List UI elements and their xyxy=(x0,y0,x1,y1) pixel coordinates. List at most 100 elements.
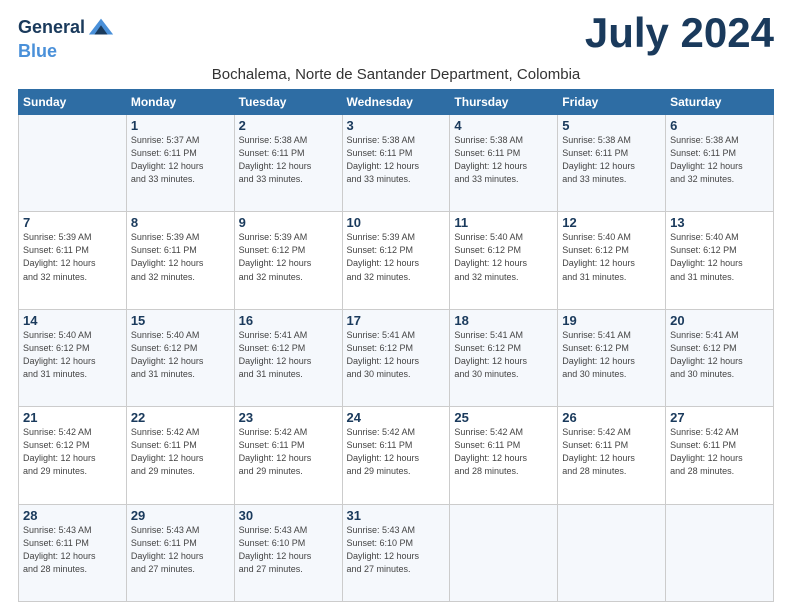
day-info: Sunrise: 5:41 AMSunset: 6:12 PMDaylight:… xyxy=(347,329,446,381)
day-number: 7 xyxy=(23,215,122,230)
day-number: 16 xyxy=(239,313,338,328)
calendar-cell: 9Sunrise: 5:39 AMSunset: 6:12 PMDaylight… xyxy=(234,212,342,309)
calendar-cell: 14Sunrise: 5:40 AMSunset: 6:12 PMDayligh… xyxy=(19,309,127,406)
day-number: 11 xyxy=(454,215,553,230)
day-number: 19 xyxy=(562,313,661,328)
day-info: Sunrise: 5:39 AMSunset: 6:12 PMDaylight:… xyxy=(347,231,446,283)
subtitle: Bochalema, Norte de Santander Department… xyxy=(18,66,774,83)
calendar-cell xyxy=(19,115,127,212)
calendar-cell: 19Sunrise: 5:41 AMSunset: 6:12 PMDayligh… xyxy=(558,309,666,406)
calendar-cell: 3Sunrise: 5:38 AMSunset: 6:11 PMDaylight… xyxy=(342,115,450,212)
calendar-cell: 12Sunrise: 5:40 AMSunset: 6:12 PMDayligh… xyxy=(558,212,666,309)
day-info: Sunrise: 5:40 AMSunset: 6:12 PMDaylight:… xyxy=(23,329,122,381)
day-info: Sunrise: 5:38 AMSunset: 6:11 PMDaylight:… xyxy=(347,134,446,186)
calendar-cell: 6Sunrise: 5:38 AMSunset: 6:11 PMDaylight… xyxy=(666,115,774,212)
day-number: 31 xyxy=(347,508,446,523)
day-info: Sunrise: 5:41 AMSunset: 6:12 PMDaylight:… xyxy=(454,329,553,381)
day-info: Sunrise: 5:40 AMSunset: 6:12 PMDaylight:… xyxy=(562,231,661,283)
day-number: 9 xyxy=(239,215,338,230)
calendar-cell: 30Sunrise: 5:43 AMSunset: 6:10 PMDayligh… xyxy=(234,504,342,601)
calendar-cell xyxy=(450,504,558,601)
day-number: 12 xyxy=(562,215,661,230)
day-number: 6 xyxy=(670,118,769,133)
calendar-cell: 16Sunrise: 5:41 AMSunset: 6:12 PMDayligh… xyxy=(234,309,342,406)
day-info: Sunrise: 5:43 AMSunset: 6:11 PMDaylight:… xyxy=(23,524,122,576)
col-friday: Friday xyxy=(558,90,666,115)
calendar-cell: 23Sunrise: 5:42 AMSunset: 6:11 PMDayligh… xyxy=(234,407,342,504)
col-saturday: Saturday xyxy=(666,90,774,115)
calendar-week-4: 21Sunrise: 5:42 AMSunset: 6:12 PMDayligh… xyxy=(19,407,774,504)
calendar-week-2: 7 Sunrise: 5:39 AMSunset: 6:11 PMDaylight… xyxy=(19,212,774,309)
day-number: 21 xyxy=(23,410,122,425)
day-info: Sunrise: 5:38 AMSunset: 6:11 PMDaylight:… xyxy=(562,134,661,186)
day-info: Sunrise: 5:42 AMSunset: 6:12 PMDaylight:… xyxy=(23,426,122,478)
day-number: 5 xyxy=(562,118,661,133)
calendar-cell: 17Sunrise: 5:41 AMSunset: 6:12 PMDayligh… xyxy=(342,309,450,406)
day-info: Sunrise: 5:41 AMSunset: 6:12 PMDaylight:… xyxy=(670,329,769,381)
day-info: Sunrise: 5:43 AMSunset: 6:11 PMDaylight:… xyxy=(131,524,230,576)
calendar-cell: 20Sunrise: 5:41 AMSunset: 6:12 PMDayligh… xyxy=(666,309,774,406)
col-sunday: Sunday xyxy=(19,90,127,115)
calendar-cell: 4Sunrise: 5:38 AMSunset: 6:11 PMDaylight… xyxy=(450,115,558,212)
page: General Blue July 2024 Bochalema, Norte … xyxy=(0,0,792,612)
header: General Blue July 2024 xyxy=(18,10,774,62)
day-number: 30 xyxy=(239,508,338,523)
day-number: 8 xyxy=(131,215,230,230)
col-tuesday: Tuesday xyxy=(234,90,342,115)
day-info: Sunrise: 5:42 AMSunset: 6:11 PMDaylight:… xyxy=(239,426,338,478)
day-info: Sunrise: 5:38 AMSunset: 6:11 PMDaylight:… xyxy=(454,134,553,186)
day-info: Sunrise: 5:38 AMSunset: 6:11 PMDaylight:… xyxy=(670,134,769,186)
logo-icon xyxy=(87,14,115,42)
day-number: 26 xyxy=(562,410,661,425)
day-number: 3 xyxy=(347,118,446,133)
day-number: 25 xyxy=(454,410,553,425)
day-number: 18 xyxy=(454,313,553,328)
calendar-cell: 27Sunrise: 5:42 AMSunset: 6:11 PMDayligh… xyxy=(666,407,774,504)
day-number: 13 xyxy=(670,215,769,230)
day-info: Sunrise: 5:40 AMSunset: 6:12 PMDaylight:… xyxy=(131,329,230,381)
calendar-cell: 25Sunrise: 5:42 AMSunset: 6:11 PMDayligh… xyxy=(450,407,558,504)
calendar-cell: 21Sunrise: 5:42 AMSunset: 6:12 PMDayligh… xyxy=(19,407,127,504)
logo: General Blue xyxy=(18,14,115,62)
day-number: 17 xyxy=(347,313,446,328)
day-number: 20 xyxy=(670,313,769,328)
day-info: Sunrise: 5:38 AMSunset: 6:11 PMDaylight:… xyxy=(239,134,338,186)
main-title: July 2024 xyxy=(585,10,774,56)
calendar-cell: 8Sunrise: 5:39 AMSunset: 6:11 PMDaylight… xyxy=(126,212,234,309)
calendar-cell: 1Sunrise: 5:37 AMSunset: 6:11 PMDaylight… xyxy=(126,115,234,212)
day-number: 15 xyxy=(131,313,230,328)
day-number: 28 xyxy=(23,508,122,523)
calendar-cell: 2Sunrise: 5:38 AMSunset: 6:11 PMDaylight… xyxy=(234,115,342,212)
logo-text: General xyxy=(18,18,85,38)
day-info: Sunrise: 5:42 AMSunset: 6:11 PMDaylight:… xyxy=(562,426,661,478)
day-info: Sunrise: 5:40 AMSunset: 6:12 PMDaylight:… xyxy=(454,231,553,283)
logo-text-blue: Blue xyxy=(18,41,57,61)
calendar-cell: 18Sunrise: 5:41 AMSunset: 6:12 PMDayligh… xyxy=(450,309,558,406)
calendar-cell: 7Sunrise: 5:39 AMSunset: 6:11 PMDaylight… xyxy=(19,212,127,309)
calendar-cell: 10Sunrise: 5:39 AMSunset: 6:12 PMDayligh… xyxy=(342,212,450,309)
day-info: Sunrise: 5:41 AMSunset: 6:12 PMDaylight:… xyxy=(239,329,338,381)
calendar-cell: 15Sunrise: 5:40 AMSunset: 6:12 PMDayligh… xyxy=(126,309,234,406)
calendar-cell xyxy=(558,504,666,601)
day-number: 10 xyxy=(347,215,446,230)
day-info: Sunrise: 5:41 AMSunset: 6:12 PMDaylight:… xyxy=(562,329,661,381)
day-number: 27 xyxy=(670,410,769,425)
calendar-cell: 28Sunrise: 5:43 AMSunset: 6:11 PMDayligh… xyxy=(19,504,127,601)
day-info: Sunrise: 5:37 AMSunset: 6:11 PMDaylight:… xyxy=(131,134,230,186)
calendar-week-3: 14Sunrise: 5:40 AMSunset: 6:12 PMDayligh… xyxy=(19,309,774,406)
day-info: Sunrise: 5:42 AMSunset: 6:11 PMDaylight:… xyxy=(131,426,230,478)
day-number: 22 xyxy=(131,410,230,425)
calendar-cell xyxy=(666,504,774,601)
day-info: Sunrise: 5:42 AMSunset: 6:11 PMDaylight:… xyxy=(454,426,553,478)
calendar: Sunday Monday Tuesday Wednesday Thursday… xyxy=(18,89,774,602)
day-info: Sunrise: 5:40 AMSunset: 6:12 PMDaylight:… xyxy=(670,231,769,283)
calendar-cell: 24Sunrise: 5:42 AMSunset: 6:11 PMDayligh… xyxy=(342,407,450,504)
col-monday: Monday xyxy=(126,90,234,115)
day-number: 14 xyxy=(23,313,122,328)
day-info: Sunrise: 5:42 AMSunset: 6:11 PMDaylight:… xyxy=(670,426,769,478)
col-wednesday: Wednesday xyxy=(342,90,450,115)
calendar-cell: 29Sunrise: 5:43 AMSunset: 6:11 PMDayligh… xyxy=(126,504,234,601)
day-info: Sunrise: 5:39 AMSunset: 6:11 PMDaylight:… xyxy=(131,231,230,283)
day-number: 24 xyxy=(347,410,446,425)
calendar-cell: 22Sunrise: 5:42 AMSunset: 6:11 PMDayligh… xyxy=(126,407,234,504)
